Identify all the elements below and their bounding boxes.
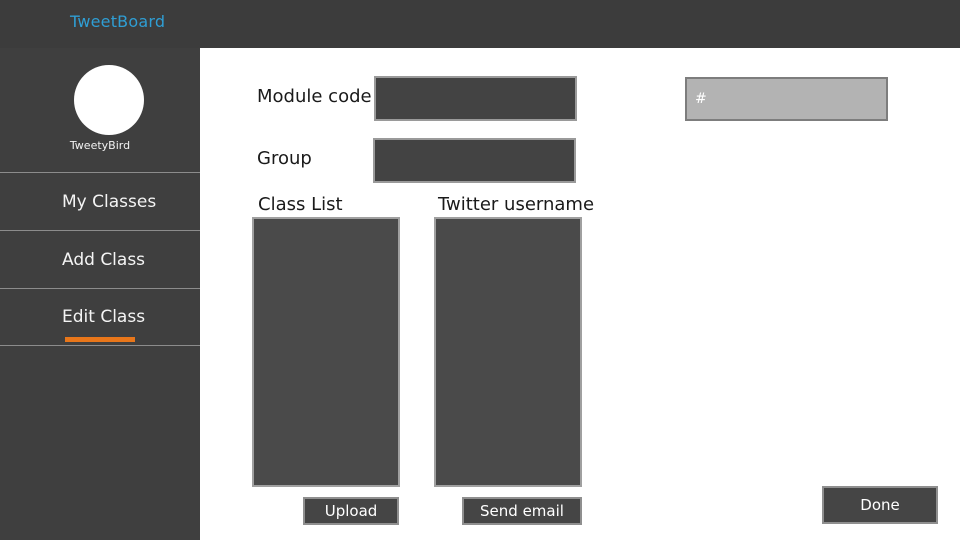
sidebar: TweetyBird My Classes Add Class Edit Cla… — [0, 48, 200, 540]
sidebar-nav: My Classes Add Class Edit Class — [0, 172, 200, 346]
hash-icon: # — [695, 91, 707, 107]
sidebar-profile: TweetyBird — [0, 48, 200, 168]
sidebar-item-add-class[interactable]: Add Class — [0, 230, 200, 288]
upload-button[interactable]: Upload — [303, 497, 399, 525]
sidebar-item-my-classes[interactable]: My Classes — [0, 172, 200, 230]
module-code-label: Module code — [257, 86, 372, 107]
done-button[interactable]: Done — [822, 486, 938, 524]
send-email-button[interactable]: Send email — [462, 497, 582, 525]
user-avatar-icon — [74, 65, 144, 135]
class-list-label: Class List — [258, 194, 343, 215]
group-label: Group — [257, 148, 312, 169]
sidebar-item-label: My Classes — [62, 191, 157, 212]
twitter-username-label: Twitter username — [438, 194, 595, 215]
hashtag-field[interactable]: # — [685, 77, 888, 121]
sidebar-item-label: Add Class — [62, 249, 146, 270]
sidebar-username: TweetyBird — [69, 139, 131, 152]
sidebar-item-label: Edit Class — [62, 307, 146, 327]
sidebar-item-edit-class[interactable]: Edit Class — [0, 288, 200, 346]
app-root: TweetBoard TweetyBird My Classes Add Cla… — [0, 0, 960, 540]
app-title: TweetBoard — [70, 12, 166, 31]
main-content: Module code Group # Class List Twitter u… — [200, 48, 960, 540]
group-input[interactable] — [373, 138, 576, 183]
twitter-username-list-box[interactable] — [434, 217, 582, 487]
module-code-input[interactable] — [374, 76, 577, 121]
active-item-indicator — [65, 337, 135, 342]
top-bar: TweetBoard — [0, 0, 960, 48]
class-list-box[interactable] — [252, 217, 400, 487]
